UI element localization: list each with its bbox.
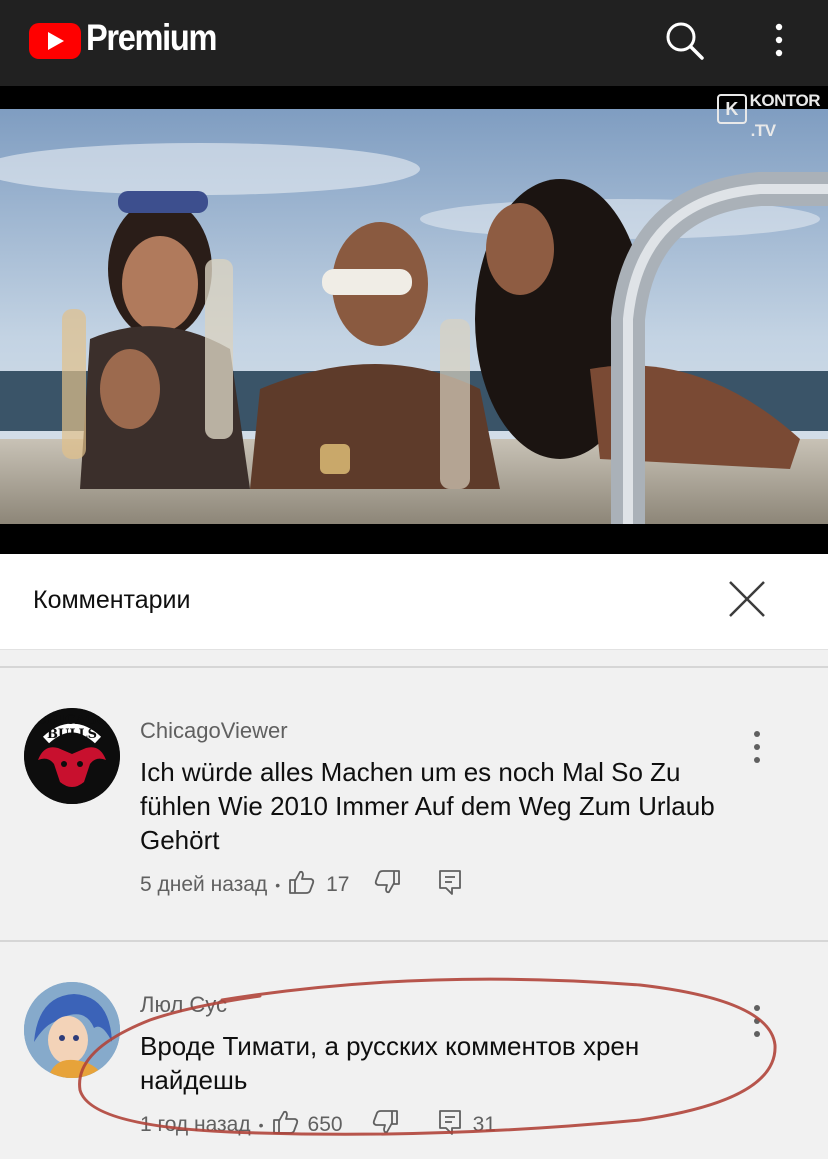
close-icon[interactable] [724,576,770,627]
comment-author[interactable]: Люл Сус [140,992,227,1018]
reply-icon[interactable] [437,1108,463,1142]
comment-author[interactable]: ChicagoViewer [140,718,288,744]
like-count: 650 [307,1113,343,1136]
panel-title: Комментарии [33,586,191,614]
separator-dot: • [258,1117,264,1133]
comment-actions: 1 год назад • 650 31 [140,1108,496,1142]
comment-actions: 5 дней назад • 17 [140,868,463,902]
video-watermark: K KONTOR .TV [716,92,821,139]
app-header: Premium [0,0,828,86]
brand-title: Premium [86,17,217,58]
dislike-icon[interactable] [373,869,401,901]
avatar[interactable] [24,982,120,1078]
comment-text: Вроде Тимати, а русских комментов хрен н… [140,1031,640,1095]
comment-more-icon[interactable] [751,1004,763,1043]
comment-time: 5 дней назад [140,873,268,896]
youtube-logo-icon[interactable] [29,23,81,59]
comment-item: CHICAGO BULLS ChicagoViewer Ich würde al… [0,668,828,940]
dislike-icon[interactable] [371,1109,399,1141]
comment-time: 1 год назад [140,1113,251,1136]
comments-panel-header: Комментарии [0,554,828,650]
reply-count[interactable]: 31 [473,1113,496,1137]
comment-more-icon[interactable] [751,730,763,769]
reply-icon[interactable] [437,868,463,902]
like-icon[interactable] [272,1109,300,1141]
more-vertical-icon[interactable] [772,22,786,63]
video-player[interactable]: K KONTOR .TV [0,86,828,554]
separator-dot: • [275,877,281,893]
search-icon[interactable] [664,20,706,67]
like-count: 17 [326,873,350,896]
like-icon[interactable] [288,869,316,901]
avatar[interactable]: CHICAGO BULLS [24,708,120,804]
video-frame [0,109,828,524]
comment-text: Ich würde alles Machen um es noch Mal So… [140,757,715,855]
avatar-label: CHICAGO BULLS [36,713,108,742]
comment-item: Люл Сус Вроде Тимати, а русских комменто… [0,942,828,1159]
